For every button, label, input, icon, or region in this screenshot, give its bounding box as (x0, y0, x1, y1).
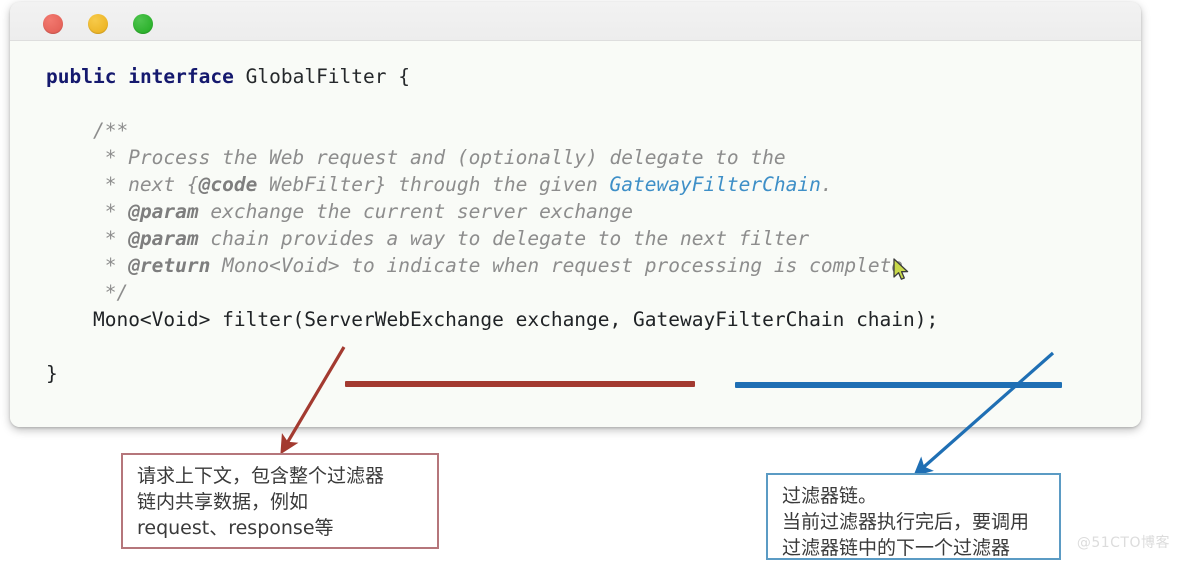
callout-exchange-description: 请求上下文，包含整个过滤器 链内共享数据，例如 request、response… (121, 453, 439, 549)
comment-star-6: * (104, 200, 129, 223)
comment-star-7: * (104, 227, 129, 250)
callout-chain-description: 过滤器链。 当前过滤器执行完后，要调用 过滤器链中的下一个过滤器 (766, 473, 1061, 560)
code-line-6: * @param exchange the current server exc… (10, 198, 1141, 225)
minimize-button[interactable] (88, 14, 108, 34)
code-line-3: /** (10, 117, 1141, 144)
watermark-label: @51CTO博客 (1076, 535, 1170, 551)
source-code: public interface GlobalFilter { /** * Pr… (10, 41, 1141, 387)
javadoc-tag-code: @code (198, 173, 258, 196)
javadoc-tag-param-chain: @param (128, 227, 199, 250)
window-titlebar (10, 2, 1141, 41)
javadoc-link-gatewayfilterchain[interactable]: GatewayFilterChain (610, 173, 821, 196)
code-line-9: */ (10, 279, 1141, 306)
comment-process-line: * Process the Web request and (optionall… (104, 146, 786, 169)
comment-star-8: * (104, 254, 129, 277)
comment-return-text: Mono<Void> to indicate when request proc… (210, 254, 904, 277)
javadoc-tag-return: @return (128, 254, 211, 277)
comment-next-prefix: * next { (104, 173, 199, 196)
comment-webfilter-mid: WebFilter} through the given (257, 173, 610, 196)
code-line-1: public interface GlobalFilter { (10, 63, 1141, 90)
underline-chain-param (735, 382, 1062, 388)
comment-param-chain-text: chain provides a way to delegate to the … (198, 227, 810, 250)
code-line-4: * Process the Web request and (optionall… (10, 144, 1141, 171)
comment-period: . (820, 173, 833, 196)
code-line-8: * @return Mono<Void> to indicate when re… (10, 252, 1141, 279)
code-line-10: Mono<Void> filter(ServerWebExchange exch… (10, 306, 1141, 333)
keyword-interface: interface (128, 65, 234, 88)
close-button[interactable] (43, 14, 63, 34)
zoom-button[interactable] (133, 14, 153, 34)
closing-brace: } (46, 362, 58, 385)
keyword-public: public (46, 65, 117, 88)
code-line-7: * @param chain provides a way to delegat… (10, 225, 1141, 252)
method-signature: Mono<Void> filter(ServerWebExchange exch… (92, 308, 939, 331)
code-line-2-blank (10, 90, 1141, 117)
code-content-area[interactable]: public interface GlobalFilter { /** * Pr… (10, 41, 1141, 427)
underline-exchange-param (345, 381, 695, 387)
type-globalfilter: GlobalFilter { (245, 65, 410, 88)
comment-param-exchange-text: exchange the current server exchange (198, 200, 634, 223)
comment-close: */ (104, 281, 129, 304)
code-line-5: * next {@code WebFilter} through the giv… (10, 171, 1141, 198)
javadoc-tag-param-exchange: @param (128, 200, 199, 223)
code-editor-window: public interface GlobalFilter { /** * Pr… (10, 2, 1141, 427)
comment-open: /** (92, 119, 129, 142)
mouse-cursor-icon (893, 258, 909, 280)
code-line-11-blank (10, 333, 1141, 360)
